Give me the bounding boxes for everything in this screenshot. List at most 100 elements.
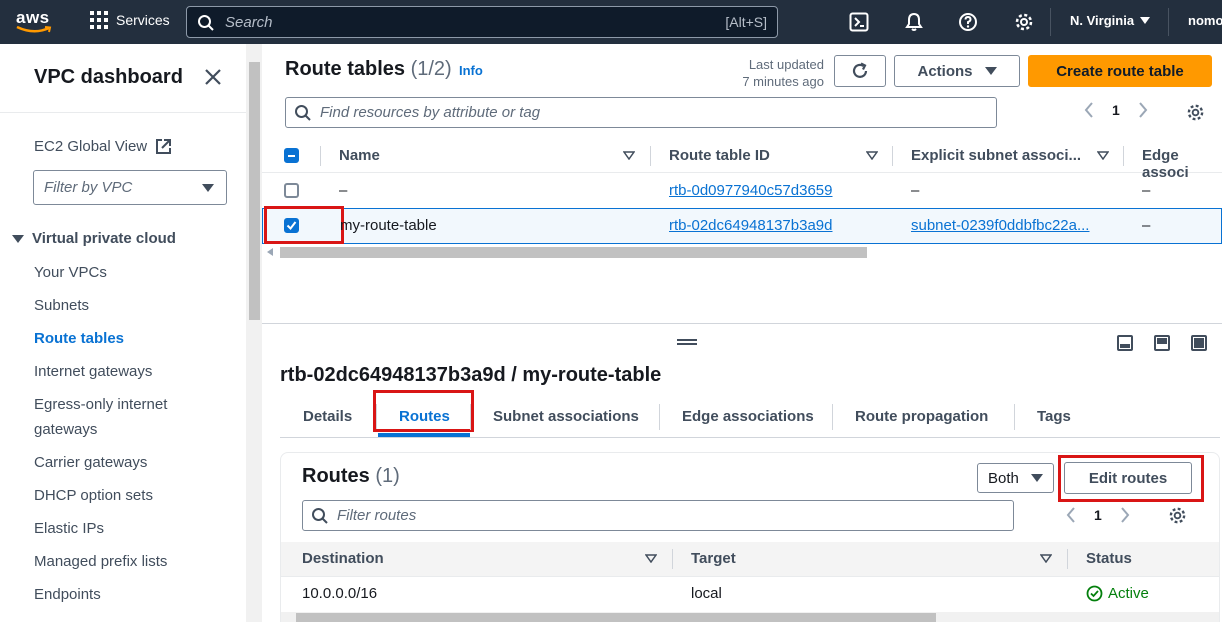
close-icon[interactable] bbox=[204, 68, 222, 86]
subnet-link[interactable]: subnet-0239f0ddbfbc22a... bbox=[911, 217, 1089, 234]
sidebar-item-egress-only-internet-gateways[interactable]: Egress-only internet bbox=[34, 392, 167, 417]
column-header-target[interactable]: Target bbox=[691, 550, 736, 567]
settings-gear-icon[interactable] bbox=[1014, 12, 1034, 32]
routes-preferences-gear-icon[interactable] bbox=[1168, 506, 1187, 525]
pagination: 1 bbox=[1084, 102, 1148, 118]
tab-subnet-associations[interactable]: Subnet associations bbox=[493, 408, 639, 425]
sidebar-title[interactable]: VPC dashboard bbox=[34, 66, 183, 89]
tab-divider bbox=[659, 404, 660, 430]
tab-divider bbox=[470, 404, 471, 430]
chevron-left-icon[interactable] bbox=[1084, 102, 1094, 118]
routes-filter-input[interactable]: Filter routes bbox=[302, 500, 1014, 531]
sort-caret-icon[interactable] bbox=[1097, 151, 1109, 160]
split-panel-resize-handle[interactable] bbox=[677, 339, 697, 345]
sidebar-item-dhcp-option-sets[interactable]: DHCP option sets bbox=[34, 483, 153, 508]
selection-count: (1/2) bbox=[410, 58, 452, 80]
sidebar-item-egress-only-internet-gateways-line2[interactable]: gateways bbox=[34, 417, 97, 442]
tab-details[interactable]: Details bbox=[303, 408, 352, 425]
column-divider bbox=[320, 146, 321, 166]
routes-table-header bbox=[281, 542, 1219, 577]
cell-subnet: – bbox=[911, 182, 920, 199]
row-checkbox[interactable] bbox=[284, 183, 299, 198]
last-updated-text: Last updated 7 minutes ago bbox=[742, 57, 824, 89]
sidebar-item-managed-prefix-lists[interactable]: Managed prefix lists bbox=[34, 549, 167, 574]
success-check-icon bbox=[1086, 585, 1103, 602]
sidebar-section-virtual-private-cloud[interactable]: Virtual private cloud bbox=[12, 230, 176, 247]
column-header-name[interactable]: Name bbox=[339, 147, 380, 164]
table-scrollbar-thumb[interactable] bbox=[280, 247, 867, 258]
chevron-right-icon[interactable] bbox=[1138, 102, 1148, 118]
sidebar-item-carrier-gateways[interactable]: Carrier gateways bbox=[34, 450, 147, 475]
tab-route-propagation[interactable]: Route propagation bbox=[855, 408, 988, 425]
chevron-right-icon[interactable] bbox=[1120, 507, 1130, 523]
routes-scrollbar-thumb[interactable] bbox=[296, 613, 936, 622]
tab-divider bbox=[832, 404, 833, 430]
aws-smile-icon bbox=[16, 26, 52, 33]
help-icon[interactable] bbox=[958, 12, 978, 32]
routes-count: (1) bbox=[375, 465, 400, 487]
vpc-filter-select[interactable]: Filter by VPC bbox=[33, 170, 227, 205]
tab-edge-associations[interactable]: Edge associations bbox=[682, 408, 814, 425]
cell-destination: 10.0.0.0/16 bbox=[302, 585, 378, 602]
resource-filter-input[interactable]: Find resources by attribute or tag bbox=[285, 97, 997, 128]
route-type-select[interactable]: Both bbox=[977, 463, 1054, 493]
column-divider[interactable] bbox=[892, 146, 893, 166]
search-placeholder: Search bbox=[225, 14, 273, 31]
sort-caret-icon[interactable] bbox=[1040, 554, 1052, 563]
chevron-left-icon[interactable] bbox=[1066, 507, 1076, 523]
cell-target: local bbox=[691, 585, 722, 602]
global-search-input[interactable]: Search [Alt+S] bbox=[186, 6, 778, 38]
notifications-bell-icon[interactable] bbox=[904, 12, 924, 32]
routes-pagination: 1 bbox=[1066, 507, 1130, 523]
sidebar-scrollbar-thumb[interactable] bbox=[249, 62, 260, 320]
tab-tags[interactable]: Tags bbox=[1037, 408, 1071, 425]
route-table-id-link[interactable]: rtb-02dc64948137b3a9d bbox=[669, 217, 832, 234]
column-header-route-table-id[interactable]: Route table ID bbox=[669, 147, 770, 164]
refresh-icon bbox=[852, 62, 868, 78]
column-divider[interactable] bbox=[1123, 146, 1124, 166]
column-header-status[interactable]: Status bbox=[1086, 550, 1132, 567]
table-preferences-gear-icon[interactable] bbox=[1186, 103, 1205, 122]
account-menu[interactable]: nomo bbox=[1188, 13, 1222, 28]
indeterminate-mark bbox=[288, 154, 295, 157]
scroll-left-icon[interactable] bbox=[267, 248, 273, 256]
aws-logo[interactable]: aws bbox=[14, 8, 54, 36]
create-route-table-button[interactable]: Create route table bbox=[1028, 55, 1212, 87]
select-all-checkbox[interactable] bbox=[284, 148, 299, 163]
sort-caret-icon[interactable] bbox=[623, 151, 635, 160]
cloudshell-icon[interactable] bbox=[849, 12, 869, 32]
page-number[interactable]: 1 bbox=[1112, 102, 1120, 118]
column-header-explicit-subnet-associations[interactable]: Explicit subnet associ... bbox=[911, 147, 1081, 164]
column-header-destination[interactable]: Destination bbox=[302, 550, 384, 567]
cell-name: my-route-table bbox=[340, 217, 437, 234]
refresh-button[interactable] bbox=[834, 55, 886, 87]
page-number[interactable]: 1 bbox=[1094, 507, 1102, 523]
actions-dropdown-button[interactable]: Actions bbox=[894, 55, 1020, 87]
info-link[interactable]: Info bbox=[459, 63, 483, 78]
split-bottom-icon[interactable] bbox=[1117, 335, 1133, 351]
services-menu-button[interactable]: Services bbox=[90, 11, 170, 29]
sidebar-item-subnets[interactable]: Subnets bbox=[34, 293, 89, 318]
sidebar-item-elastic-ips[interactable]: Elastic IPs bbox=[34, 516, 104, 541]
sort-caret-icon[interactable] bbox=[645, 554, 657, 563]
column-divider[interactable] bbox=[650, 146, 651, 166]
ec2-global-view-link[interactable]: EC2 Global View bbox=[34, 138, 172, 155]
sidebar-item-endpoints[interactable]: Endpoints bbox=[34, 582, 101, 607]
external-link-icon bbox=[156, 139, 172, 154]
column-divider[interactable] bbox=[672, 549, 673, 569]
column-divider[interactable] bbox=[1067, 549, 1068, 569]
page-title: Route tables (1/2) bbox=[285, 58, 452, 80]
split-full-icon[interactable] bbox=[1191, 335, 1207, 351]
region-selector[interactable]: N. Virginia bbox=[1070, 13, 1151, 28]
caret-down-icon bbox=[1031, 474, 1043, 482]
top-navigation-bar: aws Services Search [Alt+S] N. Virginia … bbox=[0, 0, 1222, 44]
annotation-highlight-box bbox=[373, 390, 474, 432]
sidebar-item-internet-gateways[interactable]: Internet gateways bbox=[34, 359, 152, 384]
cell-edge: – bbox=[1142, 182, 1151, 199]
sidebar-item-route-tables[interactable]: Route tables bbox=[34, 326, 124, 351]
sidebar-item-your-vpcs[interactable]: Your VPCs bbox=[34, 260, 107, 285]
caret-down-icon bbox=[1140, 17, 1151, 24]
sort-caret-icon[interactable] bbox=[866, 151, 878, 160]
route-table-id-link[interactable]: rtb-0d0977940c57d3659 bbox=[669, 182, 832, 199]
split-side-icon[interactable] bbox=[1154, 335, 1170, 351]
